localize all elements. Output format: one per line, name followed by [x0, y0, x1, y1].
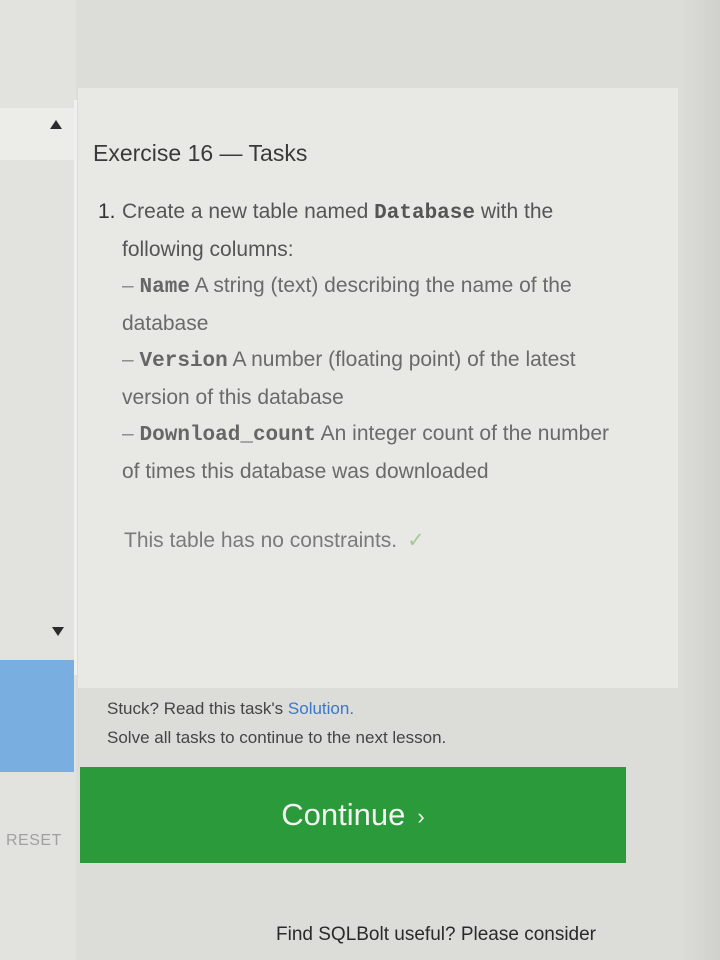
column-name-code: Download_count — [139, 424, 316, 447]
gutter-highlight — [0, 108, 76, 160]
gutter-divider — [74, 100, 77, 675]
checkmark-icon: ✓ — [407, 529, 425, 552]
scroll-down-arrow-icon[interactable] — [52, 627, 64, 636]
column-dash: – — [122, 274, 134, 297]
solve-all-text: Solve all tasks to continue to the next … — [107, 728, 447, 747]
solution-link[interactable]: Solution — [288, 699, 349, 718]
chevron-right-icon: › — [417, 804, 425, 829]
continue-button[interactable]: Continue › — [80, 767, 626, 863]
stuck-prefix: Stuck? Read this task's — [107, 699, 284, 718]
task-number: 1. — [98, 200, 116, 223]
column-name-code: Version — [139, 350, 228, 373]
footer-text: Find SQLBolt useful? Please consider — [276, 924, 597, 945]
screen-edge-shadow — [680, 0, 720, 960]
constraints-text: This table has no constraints. — [124, 529, 398, 552]
editor-gutter — [0, 0, 77, 960]
constraints-note: This table has no constraints. ✓ — [124, 528, 425, 553]
task-body: Create a new table named Database with t… — [122, 194, 628, 490]
stuck-suffix: . — [349, 699, 355, 718]
results-tab[interactable] — [0, 660, 74, 772]
column-dash: – — [122, 348, 134, 371]
help-text: Stuck? Read this task's Solution. Solve … — [107, 694, 446, 752]
column-dash: – — [122, 422, 134, 445]
column-description: A string (text) describing the name of t… — [122, 274, 572, 335]
continue-label: Continue — [281, 797, 406, 832]
exercise-title: Exercise 16 — Tasks — [93, 140, 308, 166]
reset-button[interactable]: RESET — [6, 832, 62, 850]
task-intro: Create a new table named — [122, 200, 369, 223]
table-name-code: Database — [374, 202, 475, 225]
scroll-up-arrow-icon[interactable] — [50, 120, 62, 129]
task-list-item: 1. Create a new table named Database wit… — [98, 194, 628, 490]
column-name-code: Name — [139, 276, 190, 299]
